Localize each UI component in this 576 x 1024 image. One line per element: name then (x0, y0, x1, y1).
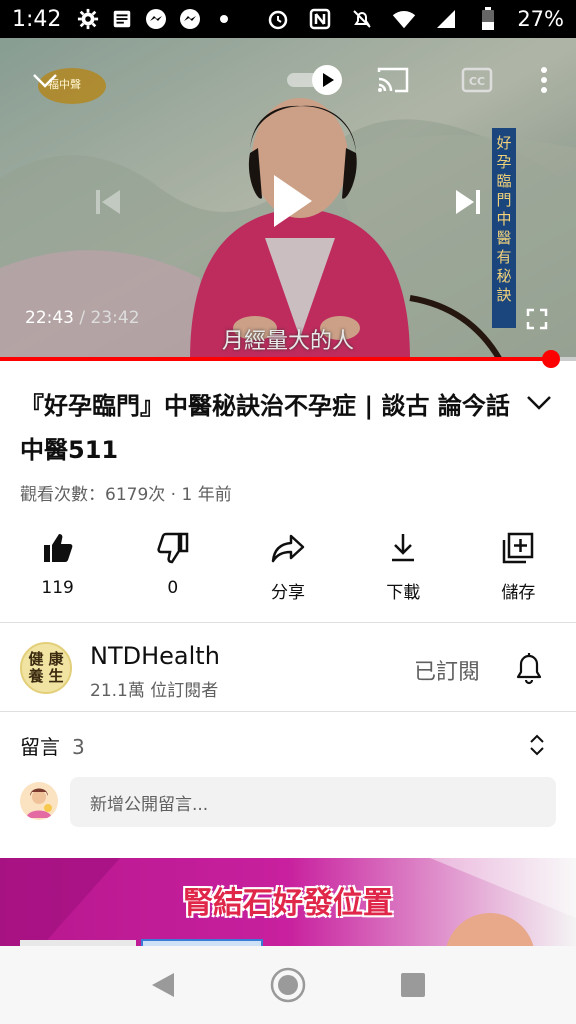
share-button[interactable]: 分享 (230, 530, 345, 610)
subtitle-text: 月經量大的人 (221, 329, 354, 354)
divider (0, 711, 576, 712)
avatar-char: 康 (48, 650, 64, 668)
download-icon (385, 530, 421, 566)
avatar-char: 養 (28, 667, 44, 685)
previous-video-icon[interactable] (88, 182, 128, 222)
progress-scrubber[interactable] (542, 350, 561, 368)
like-button[interactable]: 119 (0, 530, 115, 610)
signal-icon (433, 6, 459, 32)
back-triangle-icon[interactable] (143, 965, 183, 1005)
dislike-button[interactable]: 0 (115, 530, 230, 610)
like-count: 119 (41, 578, 74, 598)
more-options-icon[interactable] (532, 64, 556, 96)
wifi-icon (391, 6, 417, 32)
mute-bell-icon (349, 6, 375, 32)
next-video-icon[interactable] (448, 182, 488, 222)
news-icon (109, 6, 135, 32)
battery-icon (475, 6, 501, 32)
add-comment-input[interactable]: 新增公開留言... (70, 777, 556, 827)
expand-description-chevron-icon[interactable] (524, 388, 554, 418)
share-label: 分享 (271, 583, 305, 603)
minimize-chevron-icon[interactable] (30, 66, 60, 96)
avatar-char: 生 (48, 667, 64, 685)
thumbs-down-icon (155, 530, 191, 566)
avatar-char: 健 (28, 650, 44, 668)
channel-name[interactable]: NTDHealth (90, 642, 220, 670)
save-button[interactable]: 儲存 (461, 530, 576, 610)
download-label: 下載 (386, 583, 421, 603)
messenger-icon-2 (177, 6, 203, 32)
alarm-icon (265, 6, 291, 32)
messenger-icon (143, 6, 169, 32)
expand-comments-icon[interactable] (526, 730, 548, 760)
thumbnail-title: 腎結石好發位置 (183, 886, 393, 921)
video-banner-text: 好孕臨門中醫有秘訣 (496, 134, 512, 304)
progress-fill (0, 357, 552, 361)
status-time: 1:42 (12, 6, 62, 32)
home-circle-icon[interactable] (268, 965, 308, 1005)
system-nav-bar (0, 946, 576, 1024)
subscribed-button[interactable]: 已訂閱 (414, 654, 480, 686)
thumbs-up-icon (40, 530, 76, 566)
cast-icon[interactable] (375, 64, 411, 96)
view-count: 觀看次數：6179次 · 1 年前 (20, 485, 232, 505)
save-label: 儲存 (501, 583, 536, 603)
play-icon[interactable] (262, 168, 322, 234)
add-to-playlist-icon (500, 530, 536, 566)
channel-avatar[interactable]: 健康養生 (20, 642, 72, 694)
notification-dot-icon (211, 6, 237, 32)
action-bar: 119 0 分享 下載 儲存 (0, 530, 576, 610)
fullscreen-icon[interactable] (524, 306, 550, 332)
progress-bar[interactable] (0, 350, 576, 368)
next-video-thumbnail[interactable]: 腎結石好發位置 (0, 858, 576, 948)
comments-header[interactable]: 留言 3 (20, 731, 85, 760)
user-avatar (20, 782, 58, 820)
dislike-count: 0 (167, 578, 179, 598)
subscriber-count: 21.1萬 位訂閱者 (90, 681, 219, 701)
download-button[interactable]: 下載 (346, 530, 461, 610)
divider (0, 622, 576, 623)
share-arrow-icon (270, 530, 306, 566)
status-bar: 1:42 27% (0, 0, 576, 38)
video-title[interactable]: 『好孕臨門』中醫秘訣治不孕症 | 談古 論今話中醫511 (20, 384, 520, 472)
comments-count: 3 (72, 735, 85, 759)
nfc-icon (307, 6, 333, 32)
channel-row[interactable]: 健康養生 NTDHealth 21.1萬 位訂閱者 已訂閱 (0, 624, 576, 712)
settings-gear-icon (75, 6, 101, 32)
video-title-container[interactable]: 『好孕臨門』中醫秘訣治不孕症 | 談古 論今話中醫511 (20, 384, 520, 472)
autoplay-toggle[interactable] (285, 64, 345, 96)
recents-square-icon[interactable] (393, 965, 433, 1005)
video-player[interactable]: 福中聲 好孕臨門中醫有秘訣 CC 22:43 / 23:42 月經量大的人 (0, 38, 576, 360)
comments-label: 留言 (20, 735, 60, 759)
notification-bell-icon[interactable] (512, 650, 546, 686)
svg-text:CC: CC (469, 75, 485, 88)
battery-percent: 27% (517, 7, 564, 31)
captions-icon[interactable]: CC (460, 66, 494, 94)
